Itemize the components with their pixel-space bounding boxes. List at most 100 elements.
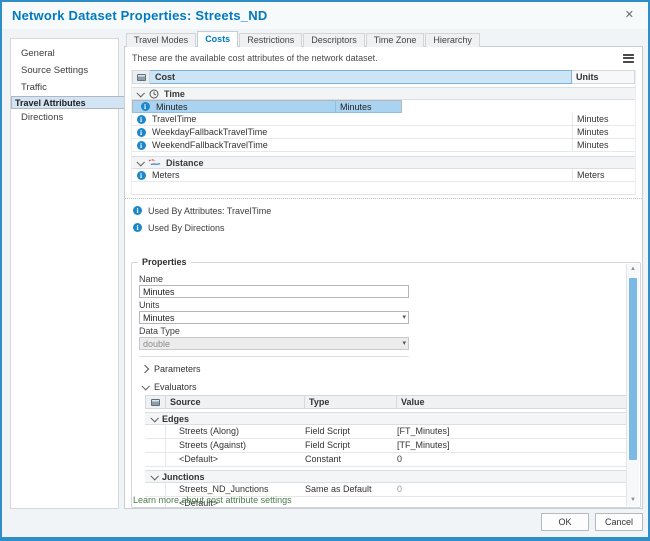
info-icon[interactable]: i [140,102,150,111]
chevron-right-icon [140,364,150,373]
info-icon[interactable]: i [136,127,146,137]
evaluator-value: 0 [397,484,403,494]
used-by-directions: i Used By Directions [125,219,642,236]
group-label-edges: Edges [162,413,190,424]
group-row-distance[interactable]: Distance [132,156,635,169]
type-column-header[interactable]: Type [305,395,397,409]
evaluator-value: [TF_Minutes] [397,440,450,450]
group-row-edges[interactable]: Edges [145,412,626,425]
cost-name: TravelTime [152,114,197,124]
evaluator-row-edges-default[interactable]: <Default> Constant 0 [145,453,626,467]
evaluator-type: Same as Default [305,484,372,494]
data-type-label: Data Type [139,326,180,336]
tab-costs[interactable]: Costs [197,31,239,47]
group-row-junctions[interactable]: Junctions [145,470,626,483]
cost-name: Meters [152,170,180,180]
group-label-time: Time [164,88,185,99]
cost-row-meters[interactable]: i Meters Meters [132,169,635,182]
cost-row-traveltime[interactable]: i TravelTime Minutes [132,113,635,126]
dialog-body: General Source Settings Traffic Travel A… [2,29,648,537]
cost-units: Minutes [335,101,398,112]
units-select[interactable]: Minutes ▾ [139,311,409,324]
cancel-button[interactable]: Cancel [595,513,643,531]
tab-hierarchy[interactable]: Hierarchy [425,33,480,47]
evaluator-value: [FT_Minutes] [397,426,450,436]
cost-units: Minutes [572,113,635,125]
evaluators-table-header: Source Type Value [145,395,626,409]
learn-more-link[interactable]: Learn more about cost attribute settings [133,495,292,505]
cost-units: Meters [572,169,635,181]
chevron-down-icon: ▾ [402,340,406,347]
group-label-distance: Distance [166,157,204,168]
tab-restrictions[interactable]: Restrictions [239,33,303,47]
used-by-attributes-text: Used By Attributes: TravelTime [148,205,272,216]
sidebar-item-directions[interactable]: Directions [11,109,118,126]
source-column-header[interactable]: Source [166,395,305,409]
units-label: Units [139,300,160,310]
separator [139,356,409,357]
parameters-label: Parameters [154,363,201,374]
cost-table-empty-area [132,182,635,194]
evaluator-type [305,497,397,507]
cost-row-minutes[interactable]: i Minutes Minutes [132,100,402,113]
evaluator-source: Streets (Against) [179,440,247,450]
tab-strip: Travel Modes Costs Restrictions Descript… [126,31,481,47]
vertical-scrollbar[interactable]: ▲ ▼ [626,264,639,506]
chevron-down-icon: ▾ [402,314,406,321]
evaluator-row-streets-against[interactable]: Streets (Against) Field Script [TF_Minut… [145,439,626,453]
evaluators-table: Source Type Value Edges Streets (Along) … [145,395,626,507]
distance-icon [148,159,161,166]
used-by-attributes: i Used By Attributes: TravelTime [125,202,642,219]
dialog-footer: OK Cancel [2,509,648,537]
clock-icon [149,89,159,98]
evaluators-label: Evaluators [154,381,197,392]
cost-name: Minutes [156,102,188,112]
comment-column-header[interactable] [145,395,166,409]
comment-column-header[interactable] [132,70,150,84]
chevron-down-icon [150,471,159,481]
scroll-down-icon[interactable]: ▼ [627,495,639,506]
used-by-directions-text: Used By Directions [148,222,225,233]
name-label: Name [139,274,164,284]
tab-time-zone[interactable]: Time Zone [365,33,425,47]
tab-descriptors[interactable]: Descriptors [303,33,365,47]
properties-group: Properties Name Units Minutes ▾ Data Typ… [131,257,641,508]
parameters-expander[interactable]: Parameters [139,361,626,376]
chevron-down-icon [150,413,159,423]
cost-name: WeekdayFallbackTravelTime [152,127,268,137]
evaluators-expander[interactable]: Evaluators [139,379,626,394]
tab-travel-modes[interactable]: Travel Modes [126,33,197,47]
title-bar: Network Dataset Properties: Streets_ND ✕ [2,2,648,29]
info-icon[interactable]: i [136,140,146,150]
sidebar-item-general[interactable]: General [11,45,118,62]
evaluator-row-streets-along[interactable]: Streets (Along) Field Script [FT_Minutes… [145,425,626,439]
cost-units: Minutes [572,126,635,138]
chevron-down-icon [136,157,145,167]
sidebar-item-source-settings[interactable]: Source Settings [11,62,118,79]
evaluator-value [397,497,626,507]
network-dataset-properties-dialog: Network Dataset Properties: Streets_ND ✕… [0,0,650,541]
name-input[interactable] [139,285,409,298]
evaluator-type: Field Script [305,440,351,450]
units-column-header[interactable]: Units [572,70,635,84]
comment-icon [151,398,160,406]
evaluator-type: Field Script [305,426,351,436]
cost-row-weekday-fallback[interactable]: i WeekdayFallbackTravelTime Minutes [132,126,635,139]
group-row-time[interactable]: Time [132,87,635,100]
scrollbar-thumb[interactable] [629,278,637,460]
cost-column-header[interactable]: Cost [150,70,572,84]
cost-attributes-table: Cost Units Time i Minutes Minutes i Trav… [131,70,636,195]
scroll-up-icon[interactable]: ▲ [627,264,639,275]
close-icon[interactable]: ✕ [621,8,638,23]
info-icon: i [133,223,142,232]
data-type-select: double ▾ [139,337,409,350]
info-icon[interactable]: i [136,170,146,180]
sidebar-item-traffic[interactable]: Traffic [11,79,118,96]
ok-button[interactable]: OK [541,513,589,531]
info-icon: i [133,206,142,215]
menu-icon[interactable] [622,51,635,65]
sidebar: General Source Settings Traffic Travel A… [10,38,281,509]
value-column-header[interactable]: Value [397,395,626,409]
info-icon[interactable]: i [136,114,146,124]
cost-row-weekend-fallback[interactable]: i WeekendFallbackTravelTime Minutes [132,139,635,152]
